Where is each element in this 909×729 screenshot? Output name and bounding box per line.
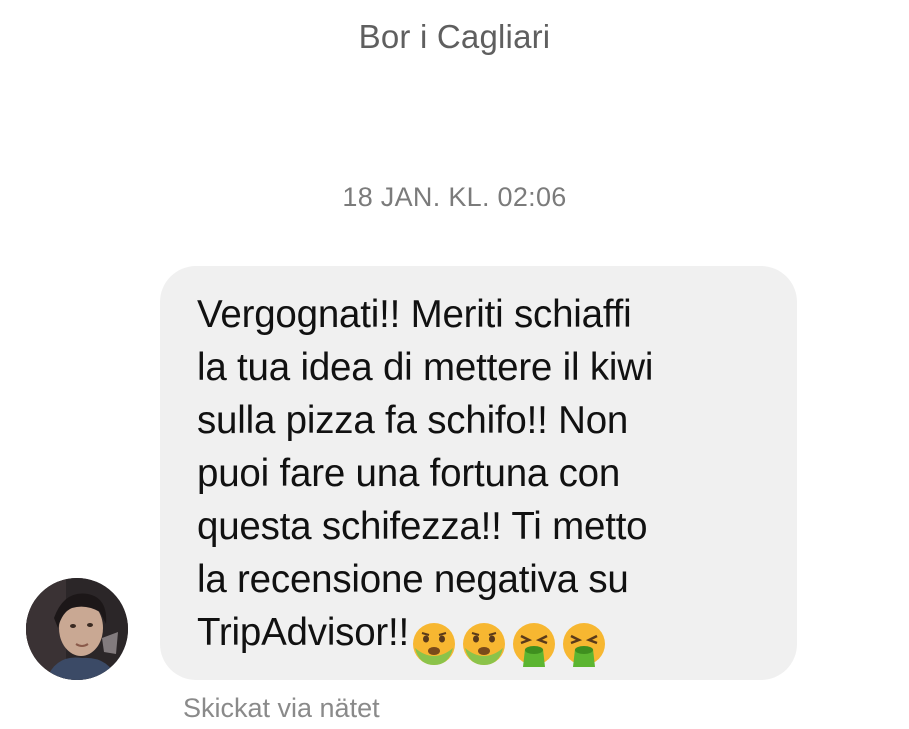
avatar-photo xyxy=(26,578,128,680)
message-text: Vergognati!! Meriti schiaffi la tua idea… xyxy=(197,293,654,654)
message-bubble[interactable]: Vergognati!! Meriti schiaffi la tua idea… xyxy=(160,266,797,680)
vomiting-face-icon xyxy=(511,621,557,667)
contact-name: Bor i Cagliari xyxy=(358,18,551,55)
nauseated-face-icon xyxy=(411,621,457,667)
emoji-group xyxy=(411,615,611,668)
nauseated-face-icon xyxy=(461,621,507,667)
delivery-note: Skickat via nätet xyxy=(183,693,380,723)
message-timestamp: 18 JAN. KL. 02:06 xyxy=(342,182,567,212)
avatar[interactable] xyxy=(26,578,128,680)
vomiting-face-icon xyxy=(561,621,607,667)
